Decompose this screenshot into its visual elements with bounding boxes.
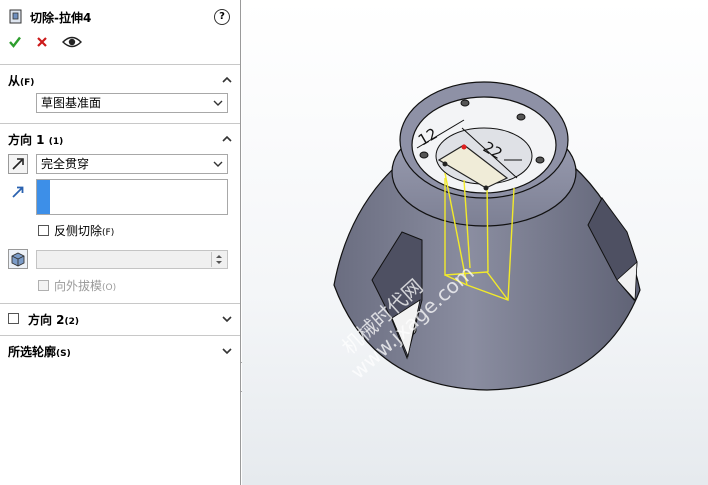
section-direction1-title[interactable]: 方向 1 (1) <box>8 131 63 148</box>
confirm-bar <box>8 35 82 49</box>
chevron-down-icon[interactable] <box>222 346 232 356</box>
draft-outward-label: 向外拔模(O) <box>54 277 116 294</box>
divider <box>0 303 240 304</box>
help-icon[interactable]: ? <box>214 9 230 25</box>
reverse-arrow-icon <box>12 158 24 170</box>
bolt-hole[interactable] <box>460 99 470 107</box>
model-view[interactable]: 12 22 机械时代网 www.jxage.com <box>242 0 708 485</box>
sketch-point[interactable] <box>442 161 448 167</box>
end-condition-select[interactable]: 完全贯穿 <box>36 154 228 174</box>
draft-angle-input[interactable] <box>36 250 228 269</box>
section-direction2-title[interactable]: 方向 2(2) <box>28 311 79 328</box>
flip-side-checkbox[interactable] <box>38 225 49 236</box>
chevron-down-icon <box>213 100 223 106</box>
sketch-point[interactable] <box>461 144 467 150</box>
chevron-up-icon[interactable] <box>222 134 232 144</box>
bolt-hole[interactable] <box>516 113 526 121</box>
end-condition-value: 完全贯穿 <box>41 157 90 171</box>
flip-side-text: 反侧切除 <box>54 224 103 238</box>
preview-eye-icon[interactable] <box>62 35 82 49</box>
direction2-checkbox[interactable] <box>8 313 19 324</box>
from-select-value: 草图基准面 <box>41 96 102 110</box>
section-contours-label: 所选轮廓 <box>8 345 57 359</box>
divider <box>0 64 240 65</box>
section-contours-shortcut: (S) <box>56 349 71 359</box>
ok-check-icon[interactable] <box>8 35 22 49</box>
draft-toggle-button[interactable] <box>8 249 28 269</box>
direction-reference-list[interactable] <box>36 179 228 215</box>
section-direction1-shortcut: (1) <box>48 137 64 147</box>
draft-outward-checkbox[interactable] <box>38 280 49 291</box>
chevron-down-icon <box>213 161 223 167</box>
panel-header: 切除-拉伸4 <box>8 7 91 27</box>
section-from-title[interactable]: 从(F) <box>8 72 34 89</box>
direction-vector-icon <box>12 186 24 198</box>
section-from-shortcut: (F) <box>20 78 35 88</box>
bolt-hole[interactable] <box>535 156 545 164</box>
bolt-hole[interactable] <box>419 151 429 159</box>
chevron-down-icon[interactable] <box>222 314 232 324</box>
section-contours-title[interactable]: 所选轮廓(S) <box>8 343 71 360</box>
flip-side-label: 反侧切除(F) <box>54 222 114 239</box>
graphics-viewport[interactable]: 12 22 机械时代网 www.jxage.com <box>242 0 708 485</box>
draft-angle-spinner[interactable] <box>211 252 226 267</box>
selection-indicator <box>37 180 50 214</box>
divider <box>0 123 240 124</box>
reverse-direction-button[interactable] <box>8 154 28 174</box>
draft-icon <box>11 252 25 267</box>
property-manager: 切除-拉伸4 ? 从(F) 草图基准面 方向 1 (1) 完全贯穿 反侧切除(F… <box>0 0 241 485</box>
draft-outward-shortcut: (O) <box>102 283 117 293</box>
cancel-x-icon[interactable] <box>36 36 48 48</box>
sketch-point[interactable] <box>483 185 489 191</box>
section-direction2-label: 方向 2 <box>28 313 65 327</box>
from-select[interactable]: 草图基准面 <box>36 93 228 113</box>
feature-title: 切除-拉伸4 <box>30 10 92 25</box>
draft-outward-text: 向外拔模 <box>54 279 103 293</box>
extrude-cut-icon <box>9 9 22 24</box>
flip-side-shortcut: (F) <box>102 228 115 238</box>
spinner-arrows-icon <box>216 255 222 264</box>
section-direction2-shortcut: (2) <box>64 317 80 327</box>
divider <box>0 335 240 336</box>
section-direction1-label: 方向 1 <box>8 133 45 147</box>
chevron-up-icon[interactable] <box>222 75 232 85</box>
section-from-label: 从 <box>8 74 21 88</box>
